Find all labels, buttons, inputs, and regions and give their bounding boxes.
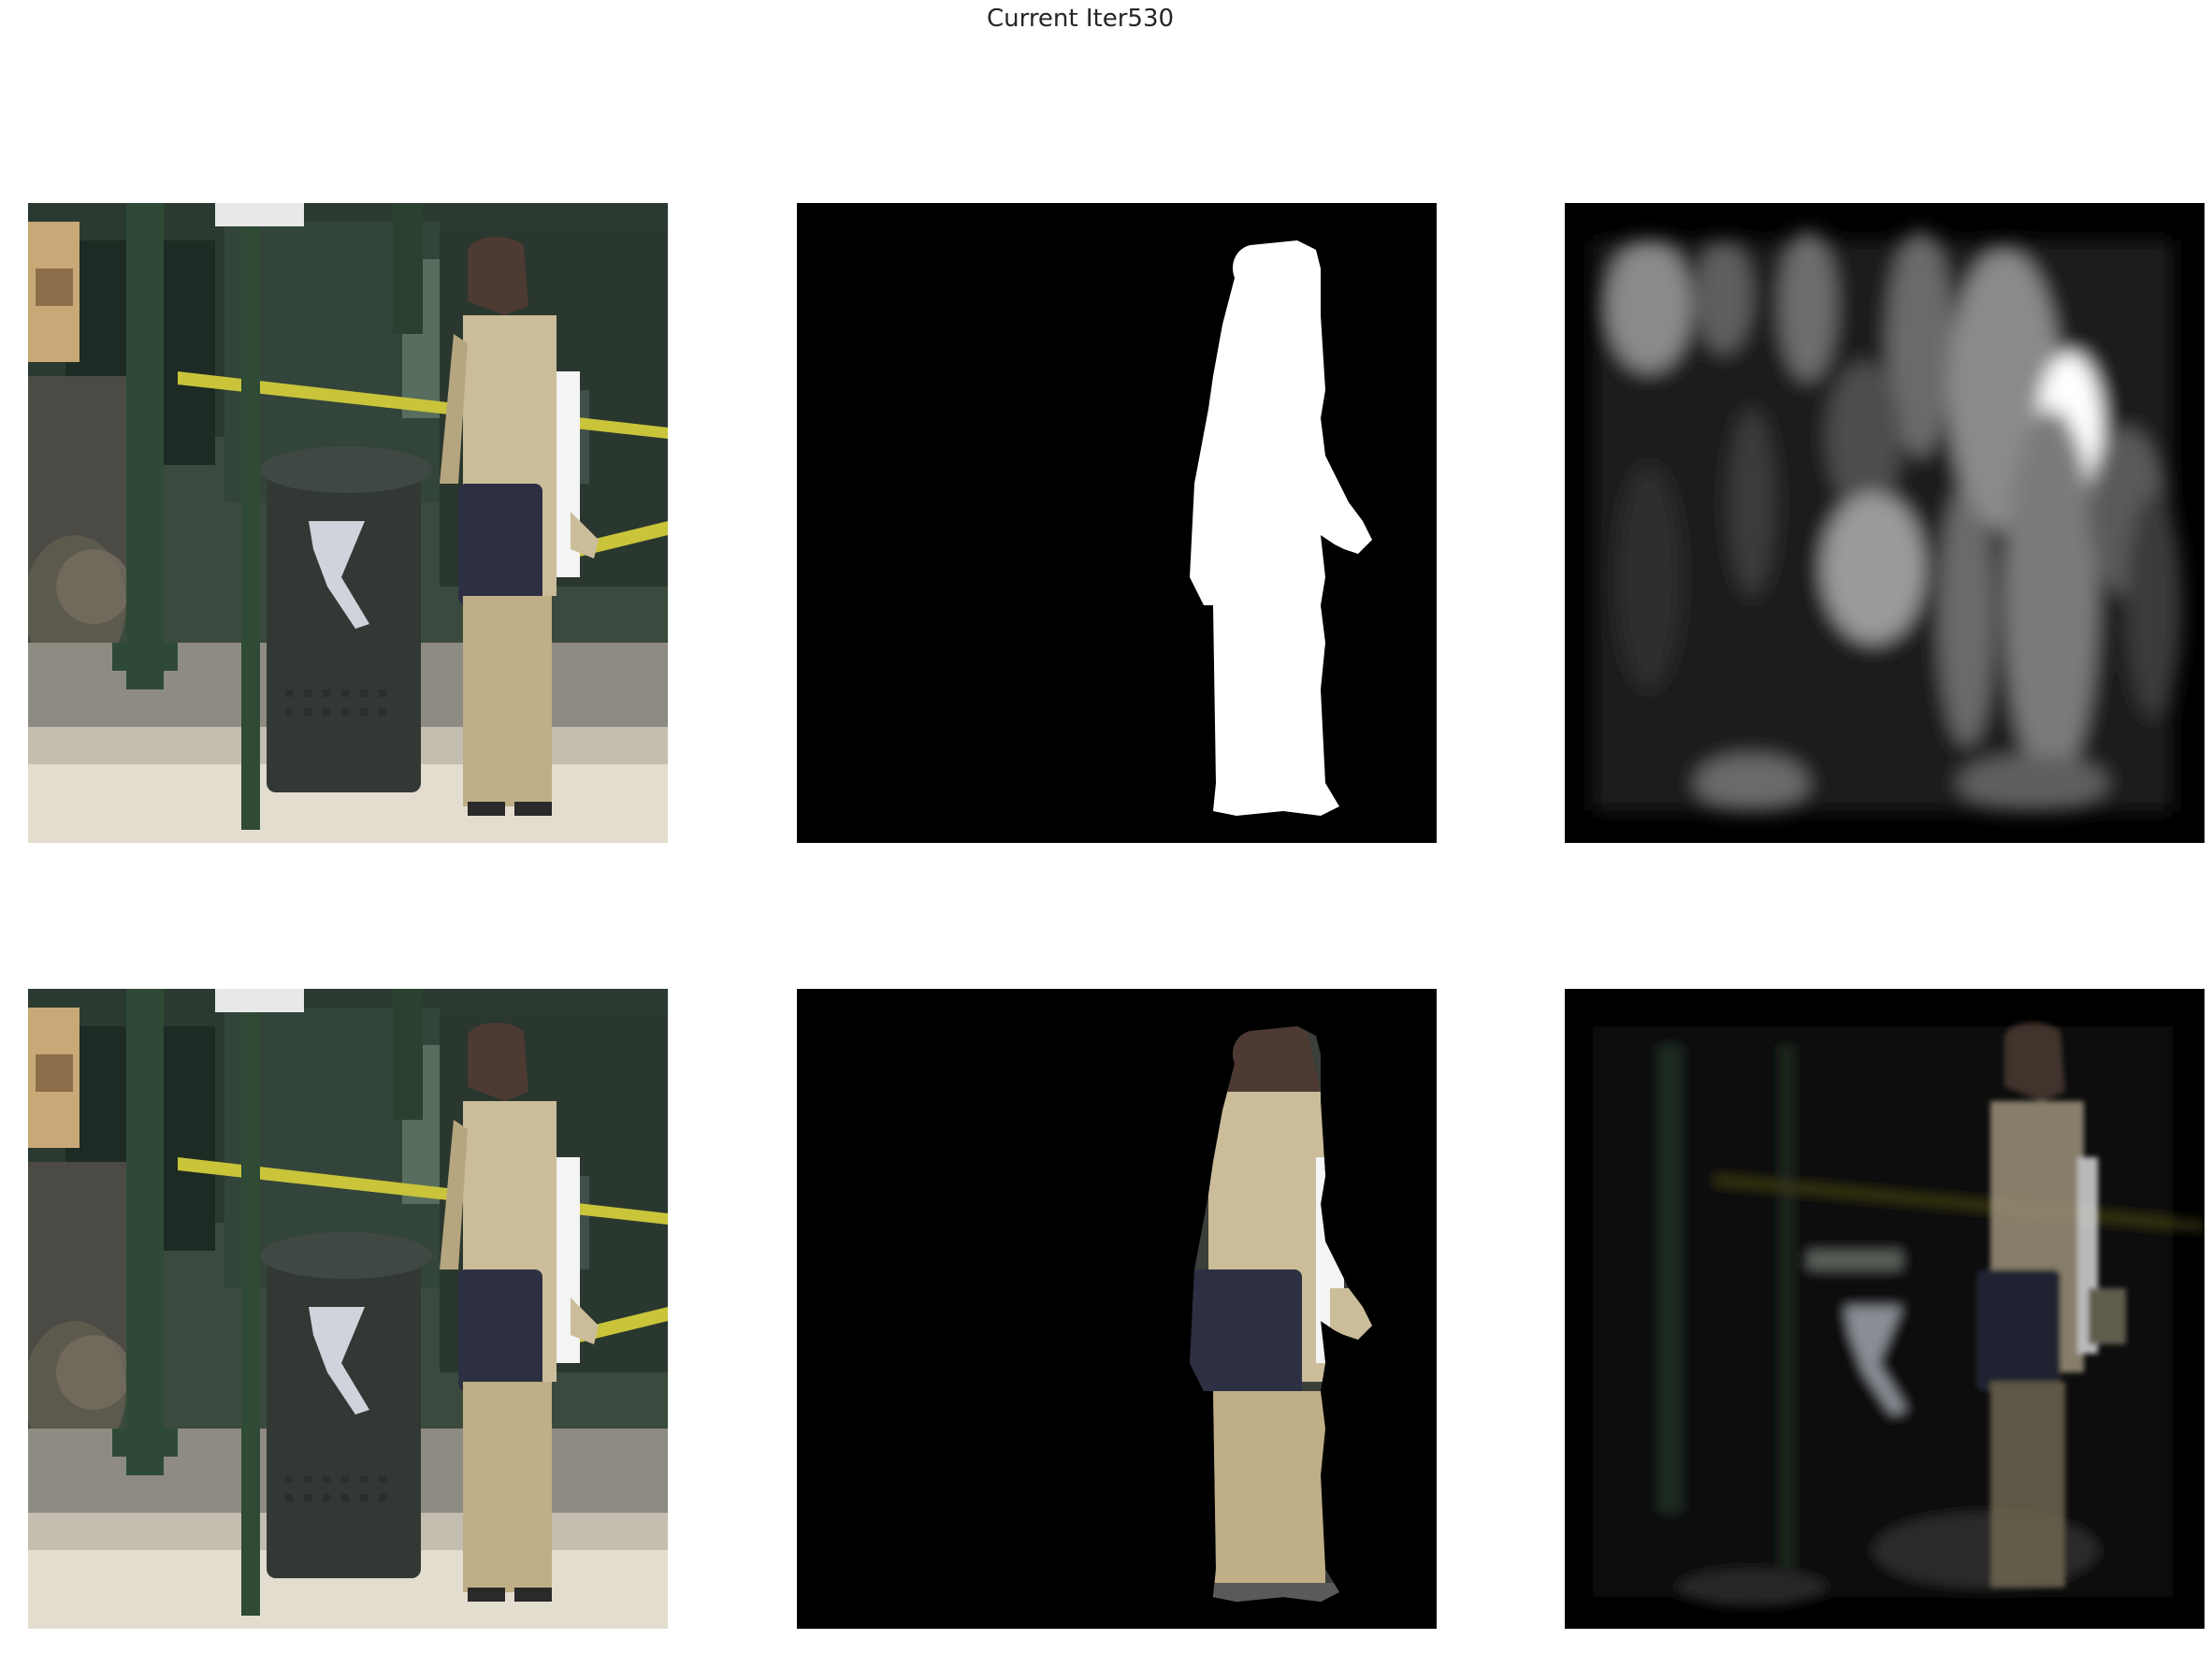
ground-truth-mask-panel: [797, 203, 1437, 843]
ground-truth-mask: [797, 203, 1437, 843]
input-image-bottom: [28, 989, 668, 1629]
predicted-mask: [1565, 203, 2205, 843]
input-image-panel-bottom: [28, 989, 668, 1629]
predicted-masked-image: [1565, 989, 2205, 1629]
predicted-masked-image-panel: [1565, 989, 2205, 1629]
ground-truth-masked-image: [797, 989, 1437, 1629]
input-image-top: [28, 203, 668, 843]
predicted-mask-panel: [1565, 203, 2205, 843]
predicted-mask-blobs: [1593, 231, 2182, 811]
figure-title: Current Iter530: [986, 5, 1175, 33]
input-image-panel-top: [28, 203, 668, 843]
ground-truth-masked-image-panel: [797, 989, 1437, 1629]
